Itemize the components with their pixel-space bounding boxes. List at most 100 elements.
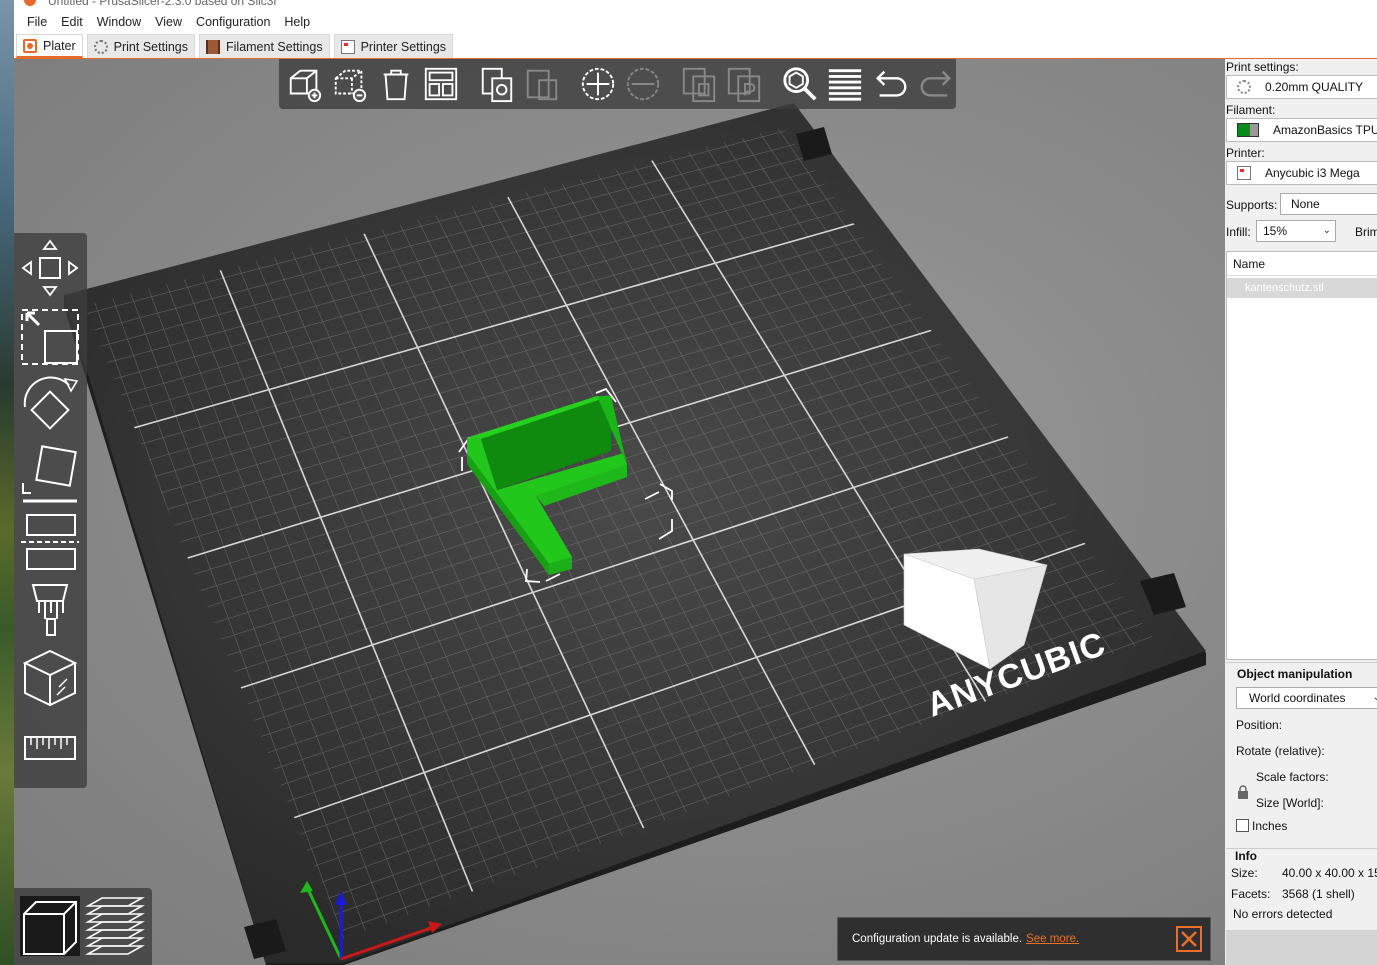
object-list-item[interactable]: kantenschutz.stl xyxy=(1227,278,1377,298)
scale-factors-label: Scale factors: xyxy=(1256,770,1329,784)
infill-value: 15% xyxy=(1263,224,1288,238)
info-facets-value: 3568 (1 shell) xyxy=(1282,887,1355,901)
filament-label: Filament: xyxy=(1226,103,1276,117)
view-toggle xyxy=(14,888,152,965)
3d-viewport[interactable]: ANYCUBIC Configuration update is availab… xyxy=(14,59,1225,965)
brim-label: Brim: xyxy=(1355,225,1377,239)
preview-button[interactable] xyxy=(82,894,146,958)
undo-icon xyxy=(875,70,907,97)
inches-checkbox[interactable] xyxy=(1236,819,1249,832)
object-name: kantenschutz.stl xyxy=(1245,282,1324,294)
layers-editing-button[interactable] xyxy=(825,64,865,104)
measure-gizmo-button[interactable] xyxy=(19,717,81,779)
menu-window[interactable]: Window xyxy=(90,15,148,29)
undo-button[interactable] xyxy=(871,64,911,104)
delete-button[interactable] xyxy=(331,64,371,104)
place-on-face-gizmo-button[interactable] xyxy=(19,443,81,505)
print-bed xyxy=(64,103,1206,963)
info-facets-label: Facets: xyxy=(1231,887,1271,901)
menu-file[interactable]: File xyxy=(20,15,54,29)
menu-bar: File Edit Window View Configuration Help xyxy=(14,12,1377,32)
info-errors: No errors detected xyxy=(1233,907,1333,921)
delete-icon xyxy=(335,69,367,103)
object-manipulation-title: Object manipulation xyxy=(1237,667,1353,681)
3d-scene[interactable]: ANYCUBIC xyxy=(14,59,1225,965)
cut-gizmo-button[interactable] xyxy=(19,511,81,573)
tab-bar: Plater Print Settings Filament Settings … xyxy=(14,32,1377,58)
export-button-area[interactable] xyxy=(1226,930,1377,965)
notification-close-button[interactable] xyxy=(1176,926,1202,952)
filament-color-swatch xyxy=(1237,123,1259,137)
chevron-down-icon: ⌄ xyxy=(1322,225,1331,236)
instance-add-icon xyxy=(581,67,614,101)
desktop-background xyxy=(0,0,14,965)
add-icon xyxy=(289,69,321,103)
tab-printer-settings-label: Printer Settings xyxy=(360,39,447,54)
paint-supports-icon xyxy=(31,584,69,636)
tab-filament-settings[interactable]: Filament Settings xyxy=(199,34,330,58)
redo-button[interactable] xyxy=(917,64,957,104)
filament-value: AmazonBasics TPU xyxy=(1273,123,1377,137)
place-on-face-icon xyxy=(22,445,77,503)
tab-print-settings[interactable]: Print Settings xyxy=(86,34,195,58)
delete-all-icon xyxy=(383,69,409,101)
tab-plater[interactable]: Plater xyxy=(16,34,83,58)
add-instance-button[interactable] xyxy=(578,64,618,104)
scale-icon xyxy=(21,309,79,365)
preview-layers-icon xyxy=(84,897,146,955)
printer-combo[interactable]: Anycubic i3 Mega xyxy=(1226,161,1377,185)
tab-print-settings-label: Print Settings xyxy=(113,39,188,54)
menu-configuration[interactable]: Configuration xyxy=(189,15,277,29)
arrange-button[interactable] xyxy=(422,64,462,104)
tab-printer-settings[interactable]: Printer Settings xyxy=(333,34,454,58)
menu-help[interactable]: Help xyxy=(277,15,317,29)
remove-instance-button[interactable] xyxy=(624,64,664,104)
paint-supports-gizmo-button[interactable] xyxy=(19,579,81,641)
measure-icon xyxy=(24,736,76,760)
paste-button[interactable] xyxy=(523,64,563,104)
name-column-header[interactable]: Name xyxy=(1233,257,1265,271)
gear-icon xyxy=(1237,80,1251,94)
delete-all-button[interactable] xyxy=(376,64,416,104)
top-toolbar xyxy=(279,59,956,109)
filament-combo[interactable]: AmazonBasics TPU xyxy=(1226,118,1377,142)
info-size-value: 40.00 x 40.00 x 15.00 xyxy=(1282,866,1377,880)
split-parts-icon xyxy=(728,67,761,103)
arrange-icon xyxy=(425,67,458,101)
object-list: Name kantenschutz.stl xyxy=(1226,251,1377,660)
coordinates-value: World coordinates xyxy=(1249,691,1346,705)
lock-icon[interactable] xyxy=(1237,785,1249,799)
coordinates-select[interactable]: World coordinates ⌄ xyxy=(1236,687,1377,709)
add-button[interactable] xyxy=(285,64,325,104)
rotate-gizmo-button[interactable] xyxy=(19,373,81,435)
info-panel: Info Size: 40.00 x 40.00 x 15.00 Facets:… xyxy=(1226,848,1377,924)
close-icon xyxy=(1181,931,1197,947)
infill-select[interactable]: 15% ⌄ xyxy=(1256,220,1336,242)
print-settings-combo[interactable]: 0.20mm QUALITY xyxy=(1226,75,1377,99)
split-objects-icon xyxy=(682,67,715,103)
position-label: Position: xyxy=(1236,718,1283,732)
3d-view-button[interactable] xyxy=(18,894,82,958)
copy-button[interactable] xyxy=(477,64,517,104)
gizmo-toolbar xyxy=(14,233,87,788)
supports-select[interactable]: None xyxy=(1280,193,1377,215)
printer-icon xyxy=(340,39,355,54)
search-button[interactable] xyxy=(780,64,820,104)
layers-editing-icon xyxy=(829,69,862,101)
notification-link[interactable]: See more. xyxy=(1026,933,1079,945)
menu-edit[interactable]: Edit xyxy=(54,15,90,29)
paste-icon xyxy=(527,69,558,101)
size-label: Size [World]: xyxy=(1256,796,1324,810)
rotate-label: Rotate (relative): xyxy=(1236,744,1325,758)
move-gizmo-button[interactable] xyxy=(19,237,81,299)
supports-label: Supports: xyxy=(1226,198,1278,212)
split-objects-button[interactable] xyxy=(679,64,719,104)
cut-icon xyxy=(21,514,79,570)
seam-gizmo-button[interactable] xyxy=(19,647,81,709)
menu-view[interactable]: View xyxy=(148,15,189,29)
scale-gizmo-button[interactable] xyxy=(19,305,81,367)
split-parts-button[interactable] xyxy=(725,64,765,104)
object-list-header: Name xyxy=(1227,252,1377,276)
search-icon xyxy=(783,67,817,101)
spool-icon xyxy=(206,39,220,54)
